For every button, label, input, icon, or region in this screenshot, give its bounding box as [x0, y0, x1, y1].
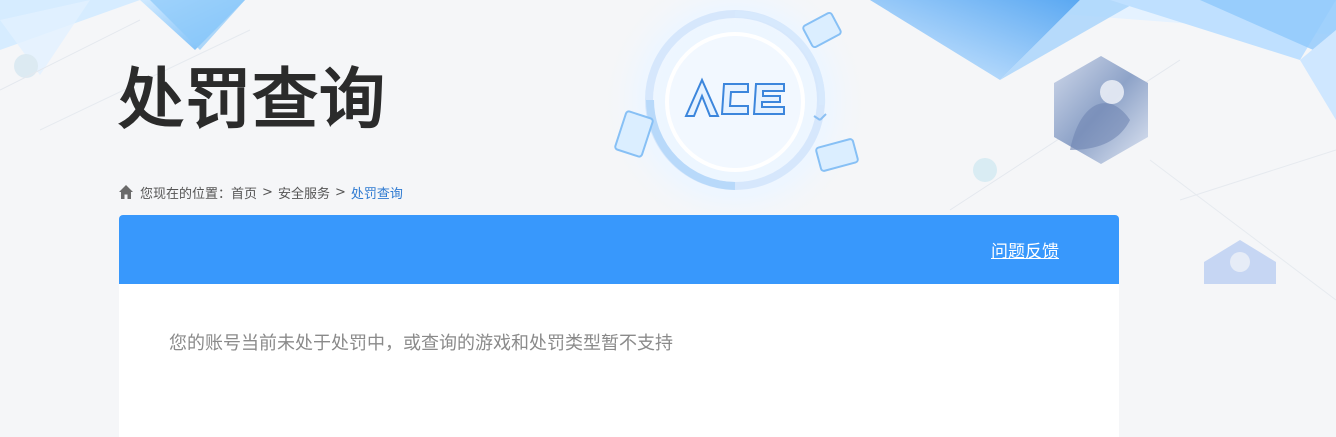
status-message: 您的账号当前未处于处罚中，或查询的游戏和处罚类型暂不支持: [169, 333, 673, 354]
breadcrumb-separator: >: [334, 184, 346, 200]
home-icon: [119, 185, 133, 199]
breadcrumb: 您现在的位置： 首页 > 安全服务 > 处罚查询: [118, 181, 403, 203]
panel-body: 您的账号当前未处于处罚中，或查询的游戏和处罚类型暂不支持: [119, 284, 1119, 355]
panel-header: 问题反馈: [119, 215, 1119, 284]
character-avatar-hex: [1054, 56, 1148, 164]
breadcrumb-current: 处罚查询: [350, 186, 403, 202]
breadcrumb-security-link[interactable]: 安全服务: [278, 183, 330, 202]
breadcrumb-prefix: 您现在的位置：: [140, 186, 232, 202]
ace-logo: [684, 77, 785, 117]
breadcrumb-home-link[interactable]: 首页: [231, 183, 257, 202]
page-title: 处罚查询: [118, 61, 386, 138]
result-panel: 问题反馈 您的账号当前未处于处罚中，或查询的游戏和处罚类型暂不支持: [119, 215, 1119, 437]
feedback-link[interactable]: 问题反馈: [991, 237, 1059, 262]
breadcrumb-separator: >: [262, 184, 273, 200]
